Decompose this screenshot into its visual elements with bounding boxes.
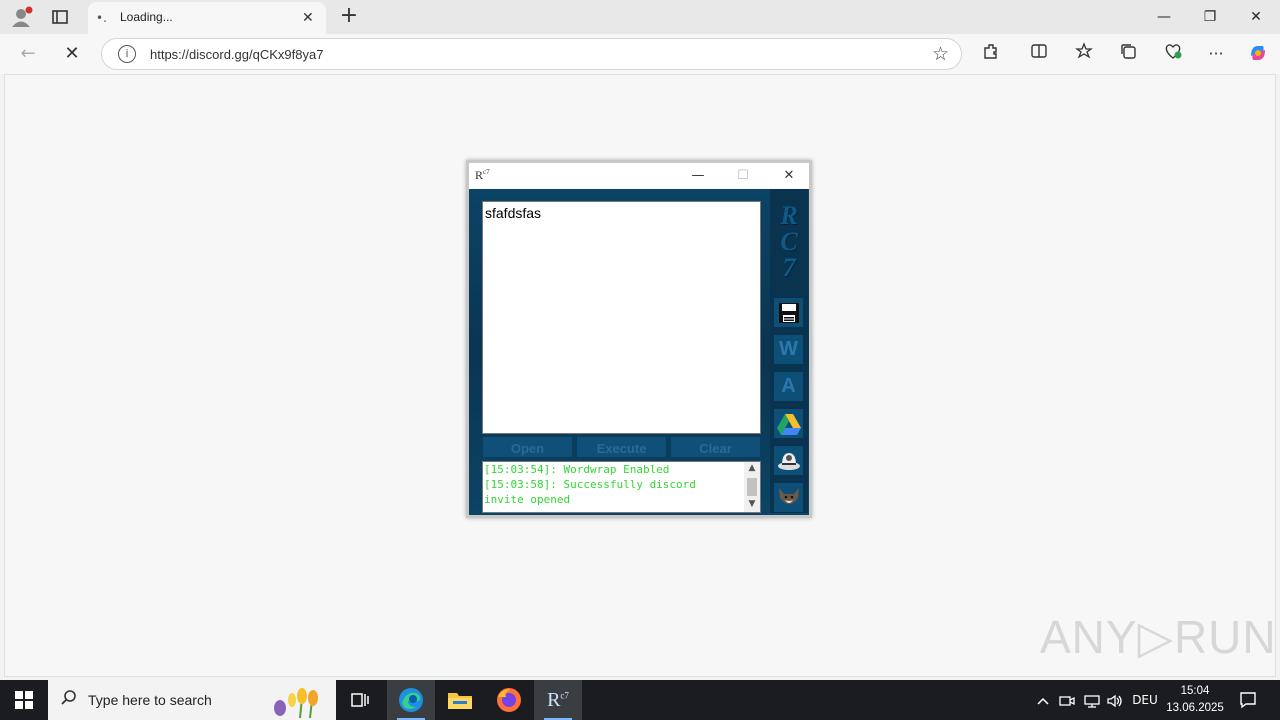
open-button[interactable]: Open <box>482 436 573 458</box>
scroll-down-icon[interactable]: ▼ <box>744 499 760 511</box>
windows-logo-icon <box>15 691 33 709</box>
edge-icon <box>399 688 423 712</box>
rc7-logo: R C 7 <box>780 201 798 282</box>
save-button[interactable] <box>773 297 804 328</box>
taskbar-file-explorer[interactable] <box>436 680 484 720</box>
clock[interactable]: 15:04 13.06.2025 <box>1162 683 1228 717</box>
google-drive-icon <box>776 413 801 435</box>
stop-loading-button[interactable]: ✕ <box>60 42 84 66</box>
console-line: [15:03:54]: Wordwrap Enabled <box>484 463 670 476</box>
wolf-button[interactable] <box>773 482 804 513</box>
clock-date: 13.06.2025 <box>1166 702 1224 714</box>
settings-menu-button[interactable]: ··· <box>1204 42 1228 66</box>
volume-icon[interactable] <box>1105 680 1125 720</box>
console-line: invite opened <box>484 493 571 506</box>
browser-nav-bar: ← ✕ i https://discord.gg/qCKx9f8ya7 ☆ ··… <box>0 34 1280 74</box>
back-button[interactable]: ← <box>16 42 40 66</box>
close-window-button[interactable]: ✕ <box>1238 6 1274 28</box>
taskbar-edge[interactable] <box>387 680 435 720</box>
rc7-app-icon: Rc7 <box>547 688 569 711</box>
notification-icon <box>1240 692 1256 709</box>
clock-time: 15:04 <box>1180 685 1210 697</box>
wordwrap-icon: W <box>779 338 798 360</box>
app-maximize-button[interactable]: ☐ <box>728 165 758 187</box>
script-editor[interactable]: sfafdsfas <box>482 201 761 434</box>
browser-tab-bar: •. Loading... ✕ + — ❐ ✕ <box>0 0 1280 34</box>
wolf-icon <box>778 487 799 504</box>
app-logo: Rc7 <box>475 168 490 182</box>
address-url[interactable]: https://discord.gg/qCKx9f8ya7 <box>150 47 323 62</box>
notifications-button[interactable] <box>1230 680 1266 720</box>
taskbar: Type here to search Rc7 DEU 15:04 13.06.… <box>0 680 1280 720</box>
task-view-button[interactable] <box>336 680 384 720</box>
tray-overflow-icon[interactable] <box>1032 680 1054 720</box>
app-sidebar: R C 7 W A <box>770 189 808 513</box>
autoattach-icon: A <box>781 375 796 397</box>
split-screen-icon[interactable] <box>1027 42 1051 66</box>
clear-button[interactable]: Clear <box>670 436 761 458</box>
app-body: sfafdsfas Open Execute Clear [15:03:54]:… <box>469 189 809 515</box>
task-view-icon <box>351 693 369 707</box>
loading-icon: •. <box>96 11 107 25</box>
address-bar[interactable]: i https://discord.gg/qCKx9f8ya7 ☆ <box>101 38 962 70</box>
app-window: Rc7 — ☐ ✕ sfafdsfas Open Execute Clear [… <box>466 160 812 518</box>
fedora-icon <box>777 452 800 470</box>
drive-button[interactable] <box>773 408 804 439</box>
info-icon[interactable]: i <box>118 45 136 63</box>
collections-icon[interactable] <box>1116 42 1140 66</box>
console-scrollbar[interactable]: ▲ ▼ <box>744 462 760 512</box>
favorite-star-icon[interactable]: ☆ <box>932 43 949 65</box>
copilot-icon[interactable] <box>1246 42 1270 66</box>
scroll-up-icon[interactable]: ▲ <box>744 463 760 475</box>
hat-button[interactable] <box>773 445 804 476</box>
app-title-bar[interactable]: Rc7 — ☐ ✕ <box>469 163 809 189</box>
browser-tab-active[interactable]: •. Loading... ✕ <box>88 2 326 34</box>
action-buttons: Open Execute Clear <box>482 436 761 458</box>
scroll-thumb[interactable] <box>747 478 757 496</box>
app-close-button[interactable]: ✕ <box>774 165 804 187</box>
minimize-button[interactable]: — <box>1146 6 1182 28</box>
tab-close-icon[interactable]: ✕ <box>302 10 314 26</box>
start-button[interactable] <box>0 680 48 720</box>
profile-icon[interactable] <box>10 6 34 28</box>
editor-text: sfafdsfas <box>485 205 542 221</box>
extensions-icon[interactable] <box>979 42 1003 66</box>
search-placeholder: Type here to search <box>88 692 212 708</box>
firefox-icon <box>497 688 521 712</box>
output-console[interactable]: [15:03:54]: Wordwrap Enabled [15:03:58]:… <box>482 461 761 513</box>
app-minimize-button[interactable]: — <box>683 165 713 187</box>
new-tab-button[interactable]: + <box>338 4 360 28</box>
browser-essentials-icon[interactable] <box>1161 42 1185 66</box>
meet-now-icon[interactable] <box>1058 680 1076 720</box>
autoattach-button[interactable]: A <box>773 371 804 402</box>
taskbar-firefox[interactable] <box>485 680 533 720</box>
console-lines: [15:03:54]: Wordwrap Enabled [15:03:58]:… <box>484 462 746 507</box>
restore-button[interactable]: ❐ <box>1192 6 1228 28</box>
favorites-icon[interactable] <box>1072 42 1096 66</box>
console-line: [15:03:58]: Successfully discord <box>484 478 696 491</box>
anyrun-watermark: ANY▷RUN <box>1040 611 1277 663</box>
tab-actions-icon[interactable] <box>48 6 72 28</box>
tab-title: Loading... <box>120 10 173 24</box>
wordwrap-button[interactable]: W <box>773 334 804 365</box>
taskbar-search[interactable]: Type here to search <box>48 680 336 720</box>
network-icon[interactable] <box>1082 680 1102 720</box>
taskbar-rc7-app[interactable]: Rc7 <box>534 680 582 720</box>
search-icon <box>60 689 80 709</box>
language-indicator[interactable]: DEU <box>1130 680 1160 720</box>
search-highlight-flowers-icon <box>274 688 318 718</box>
folder-icon <box>448 693 472 709</box>
save-icon <box>778 302 799 323</box>
execute-button[interactable]: Execute <box>576 436 667 458</box>
